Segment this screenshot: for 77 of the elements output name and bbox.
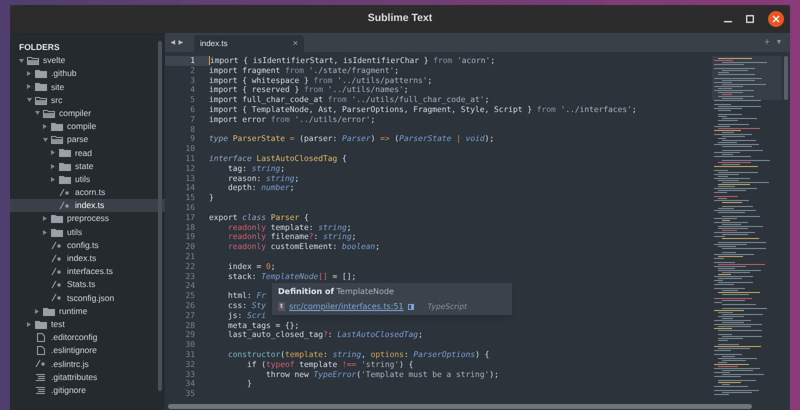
collapsed-arrow-icon[interactable] bbox=[35, 308, 39, 314]
expanded-arrow-icon[interactable] bbox=[35, 111, 40, 116]
folder-icon bbox=[35, 82, 47, 92]
popup-title: Definition of TemplateNode bbox=[278, 286, 395, 298]
tree-item[interactable]: compiler bbox=[10, 106, 165, 120]
tree-item[interactable]: acorn.ts bbox=[10, 186, 165, 200]
tree-item[interactable]: .gitattributes bbox=[10, 370, 165, 384]
folder-icon bbox=[51, 228, 63, 237]
tree-item[interactable]: svelte bbox=[10, 54, 165, 68]
tab-close-button[interactable]: × bbox=[292, 39, 298, 48]
sidebar-scrollbar[interactable] bbox=[158, 41, 162, 391]
tab[interactable]: index.ts × bbox=[194, 35, 304, 52]
folder-icon bbox=[59, 162, 71, 171]
collapsed-arrow-icon[interactable] bbox=[51, 150, 55, 156]
open-folder-icon bbox=[43, 108, 55, 118]
collapsed-arrow-icon[interactable] bbox=[27, 71, 31, 76]
tree-item[interactable]: test bbox=[10, 318, 165, 331]
text-file-icon bbox=[35, 372, 47, 382]
tree-item[interactable]: index.ts bbox=[10, 199, 165, 212]
folder-icon bbox=[59, 148, 71, 158]
tree-item[interactable]: utils bbox=[10, 225, 165, 239]
collapsed-arrow-icon[interactable] bbox=[43, 216, 47, 222]
code-file-icon bbox=[51, 293, 63, 302]
file-icon bbox=[35, 346, 47, 356]
vertical-scrollbar[interactable] bbox=[784, 56, 788, 100]
tree-item[interactable]: runtime bbox=[10, 304, 165, 318]
folder-icon bbox=[51, 122, 63, 132]
maximize-icon[interactable] bbox=[746, 15, 754, 23]
tree-item[interactable]: .github bbox=[10, 67, 165, 80]
tree-item[interactable]: parse bbox=[10, 133, 165, 146]
tree-item[interactable]: .eslintignore bbox=[10, 344, 165, 358]
tree-item[interactable]: interfaces.ts bbox=[10, 265, 165, 278]
tree-item[interactable]: preprocess bbox=[10, 212, 165, 226]
tree-item[interactable]: compile bbox=[10, 120, 165, 134]
collapsed-arrow-icon[interactable] bbox=[27, 322, 31, 327]
definition-link[interactable]: src/compiler/interfaces.ts:51 bbox=[289, 300, 404, 312]
tree-item[interactable]: .gitignore bbox=[10, 384, 165, 397]
tree-item[interactable]: utils bbox=[10, 172, 165, 186]
split-view-icon[interactable] bbox=[408, 304, 414, 310]
tree-item[interactable]: site bbox=[10, 80, 165, 94]
code-file-icon bbox=[51, 240, 63, 250]
close-icon[interactable] bbox=[768, 11, 784, 27]
collapsed-arrow-icon[interactable] bbox=[27, 84, 31, 90]
open-folder-icon bbox=[27, 56, 39, 66]
code-file-icon bbox=[35, 359, 47, 368]
code-file-icon bbox=[51, 267, 63, 276]
tree-item[interactable]: Stats.ts bbox=[10, 278, 165, 292]
expanded-arrow-icon[interactable] bbox=[43, 138, 48, 142]
collapsed-arrow-icon[interactable] bbox=[51, 164, 55, 169]
collapsed-arrow-icon[interactable] bbox=[51, 176, 55, 182]
tree-item[interactable]: tsconfig.json bbox=[10, 291, 165, 305]
collapsed-arrow-icon[interactable] bbox=[43, 124, 47, 130]
file-icon bbox=[35, 333, 47, 342]
open-folder-icon bbox=[35, 96, 47, 105]
tree-item[interactable]: .editorconfig bbox=[10, 330, 165, 344]
tree-item[interactable]: read bbox=[10, 146, 165, 160]
collapsed-arrow-icon[interactable] bbox=[43, 230, 47, 235]
code-file-icon bbox=[59, 188, 71, 197]
expanded-arrow-icon[interactable] bbox=[27, 98, 32, 102]
text-file-icon bbox=[35, 386, 47, 395]
tree-item[interactable]: src bbox=[10, 94, 165, 107]
tree-item[interactable]: state bbox=[10, 160, 165, 173]
folder-icon bbox=[59, 174, 71, 184]
folder-icon bbox=[35, 69, 47, 78]
horizontal-scrollbar[interactable] bbox=[168, 404, 752, 409]
code-file-icon bbox=[59, 201, 71, 210]
code-file-icon bbox=[51, 280, 63, 290]
tree-item[interactable]: .eslintrc.js bbox=[10, 357, 165, 370]
folder-icon bbox=[35, 320, 47, 329]
code-file-icon bbox=[51, 254, 63, 263]
sidebar-heading: FOLDERS bbox=[18, 41, 61, 54]
folder-icon bbox=[43, 306, 55, 316]
tree-item[interactable]: config.ts bbox=[10, 238, 165, 252]
window-title: Sublime Text bbox=[368, 11, 432, 26]
open-folder-icon bbox=[51, 135, 63, 144]
tree-item[interactable]: index.ts bbox=[10, 252, 165, 265]
expanded-arrow-icon[interactable] bbox=[19, 58, 24, 63]
